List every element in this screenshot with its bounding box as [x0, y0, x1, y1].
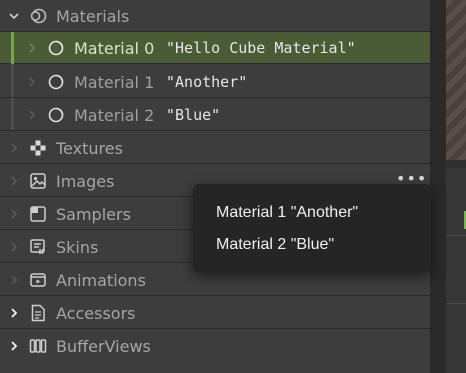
- selection-indicator: [11, 32, 14, 64]
- tree-item-label: BufferViews: [56, 337, 151, 356]
- chevron-right-icon[interactable]: [8, 142, 20, 154]
- materials-icon: [29, 7, 47, 25]
- chevron-right-icon[interactable]: [26, 42, 38, 54]
- chevron-down-icon[interactable]: [8, 10, 20, 22]
- tree-item-label: Material 1: [74, 73, 155, 92]
- chevron-right-icon[interactable]: [8, 307, 20, 319]
- chevron-right-icon[interactable]: [8, 208, 20, 220]
- tree-item-materials[interactable]: Materials: [0, 0, 430, 32]
- tree-item-label: Material 2: [74, 106, 155, 125]
- chevron-right-icon[interactable]: [8, 340, 20, 352]
- material-sphere-icon: [47, 106, 65, 124]
- divider: [446, 303, 466, 304]
- tree-item-label: Animations: [56, 271, 146, 290]
- tree-item-material-1[interactable]: Material 1 "Another": [0, 66, 430, 98]
- document-icon: [29, 304, 47, 322]
- tree-item-label: Images: [56, 172, 115, 191]
- tree-item-label: Samplers: [56, 205, 131, 224]
- tree-item-material-0[interactable]: Material 0 "Hello Cube Material": [0, 32, 430, 64]
- image-icon: [29, 172, 47, 190]
- chevron-right-icon[interactable]: [8, 241, 20, 253]
- material-name: "Hello Cube Material": [166, 39, 356, 57]
- tree-item-label: Textures: [56, 139, 123, 158]
- sampler-icon: [29, 205, 47, 223]
- divider: [446, 235, 466, 236]
- material-sphere-icon: [47, 73, 65, 91]
- tree-item-material-2[interactable]: Material 2 "Blue": [0, 99, 430, 131]
- animation-icon: [29, 271, 47, 289]
- tree-item-label: Material 0: [74, 39, 155, 58]
- material-name: "Blue": [166, 106, 221, 124]
- buffer-icon: [29, 337, 47, 355]
- inspector-panel: [446, 168, 466, 373]
- tree-item-label: Skins: [56, 238, 99, 257]
- material-name: "Another": [166, 73, 248, 91]
- menu-item-material-1[interactable]: Material 1 "Another": [216, 204, 358, 228]
- checker-icon: [29, 139, 47, 157]
- context-menu: Material 1 "Another" Material 2 "Blue": [193, 184, 431, 272]
- menu-item-material-2[interactable]: Material 2 "Blue": [216, 236, 334, 260]
- skin-icon: [29, 238, 47, 256]
- tree-item-bufferviews[interactable]: BufferViews: [0, 330, 430, 362]
- panel-splitter[interactable]: [430, 0, 446, 373]
- tree-item-accessors[interactable]: Accessors: [0, 297, 430, 329]
- material-preview: [446, 0, 466, 160]
- material-sphere-icon: [47, 39, 65, 57]
- chevron-right-icon[interactable]: [26, 109, 38, 121]
- preview-panel: [446, 0, 466, 373]
- tree-item-label: Materials: [56, 7, 130, 26]
- tree-item-label: Accessors: [56, 304, 136, 323]
- chevron-right-icon[interactable]: [8, 274, 20, 286]
- chevron-right-icon[interactable]: [8, 175, 20, 187]
- tree-item-textures[interactable]: Textures: [0, 132, 430, 164]
- chevron-right-icon[interactable]: [26, 76, 38, 88]
